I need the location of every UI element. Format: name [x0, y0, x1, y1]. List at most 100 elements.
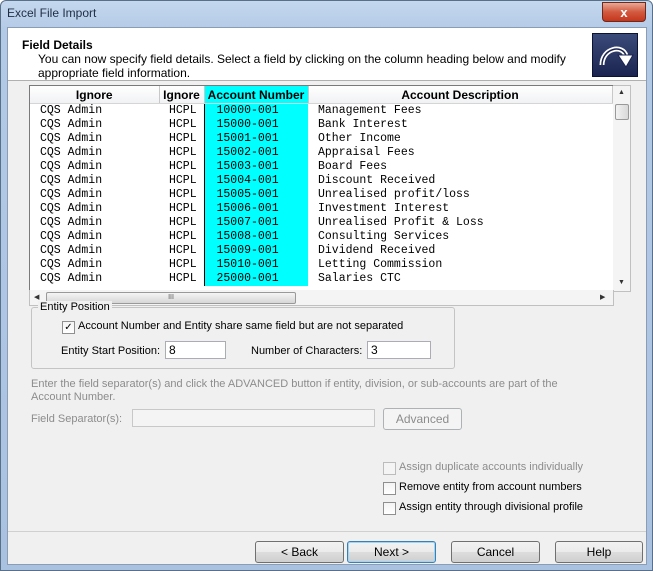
- cell-ignore-1: CQS Admin: [40, 258, 103, 271]
- table-row: CQS Admin HCPL 15009-001 Dividend Received: [30, 244, 612, 258]
- excel-import-window: Excel File Import x Field Details You ca…: [0, 0, 653, 571]
- cell-account-number: 15007-001: [204, 216, 308, 230]
- table-row: CQS Admin HCPL 15003-001 Board Fees: [30, 160, 612, 174]
- cell-account-number: 15010-001: [204, 258, 308, 272]
- cell-ignore-1: CQS Admin: [40, 160, 103, 173]
- cell-ignore-2: HCPL: [159, 188, 205, 202]
- cell-account-description: Salaries CTC: [318, 272, 401, 285]
- assign-entity-checkbox[interactable]: [383, 502, 396, 515]
- table-row: CQS Admin HCPL 15001-001 Other Income: [30, 132, 612, 146]
- cell-account-description: Bank Interest: [318, 118, 408, 131]
- wizard-header: Field Details You can now specify field …: [8, 28, 646, 81]
- cell-ignore-1: CQS Admin: [40, 146, 103, 159]
- scroll-up-icon[interactable]: ▲: [618, 89, 625, 96]
- table-row: CQS Admin HCPL 15002-001 Appraisal Fees: [30, 146, 612, 160]
- same-field-checkbox[interactable]: ✓: [62, 321, 75, 334]
- cell-account-description: Consulting Services: [318, 230, 450, 243]
- num-chars-label: Number of Characters:: [251, 345, 363, 357]
- cell-ignore-2: HCPL: [159, 244, 205, 258]
- same-field-label: Account Number and Entity share same fie…: [78, 320, 404, 332]
- cell-ignore-1: CQS Admin: [40, 272, 103, 285]
- separator-instructions: Enter the field separator(s) and click t…: [31, 378, 558, 403]
- cell-account-number: 25000-001: [204, 272, 308, 286]
- cell-ignore-2: HCPL: [159, 258, 205, 272]
- cell-account-description: Other Income: [318, 132, 401, 145]
- entity-start-label: Entity Start Position:: [61, 345, 161, 357]
- grid-vertical-scrollbar[interactable]: ▲ ▼: [613, 85, 631, 292]
- cell-ignore-2: HCPL: [159, 216, 205, 230]
- field-separator-label: Field Separator(s):: [31, 413, 123, 425]
- cell-ignore-2: HCPL: [159, 272, 205, 286]
- cell-account-number: 15006-001: [204, 202, 308, 216]
- check-icon: ✓: [64, 322, 73, 333]
- grid-horizontal-scrollbar[interactable]: ◀ III ▶: [29, 290, 614, 306]
- cell-account-description: Dividend Received: [318, 244, 436, 257]
- back-button[interactable]: < Back: [255, 541, 344, 563]
- cell-account-description: Unrealised Profit & Loss: [318, 216, 484, 229]
- cell-account-number: 15002-001: [204, 146, 308, 160]
- cell-ignore-1: CQS Admin: [40, 188, 103, 201]
- field-separator-input[interactable]: [132, 409, 375, 427]
- section-description: You can now specify field details. Selec…: [38, 52, 566, 80]
- cell-account-description: Appraisal Fees: [318, 146, 415, 159]
- scroll-grip-icon: III: [168, 294, 174, 301]
- title-bar[interactable]: Excel File Import x: [1, 1, 652, 27]
- cell-ignore-2: HCPL: [159, 132, 205, 146]
- window-title: Excel File Import: [7, 6, 97, 20]
- cell-ignore-2: HCPL: [159, 146, 205, 160]
- cell-ignore-2: HCPL: [159, 103, 205, 118]
- table-row: CQS Admin HCPL 15005-001 Unrealised profit/…: [30, 188, 612, 202]
- section-title: Field Details: [22, 38, 93, 52]
- table-row: CQS Admin HCPL 10000-001 Management Fees: [30, 103, 612, 118]
- remove-entity-checkbox[interactable]: [383, 482, 396, 495]
- cell-ignore-1: CQS Admin: [40, 118, 103, 131]
- column-header-ignore-1[interactable]: Ignore: [30, 86, 160, 104]
- entity-start-input[interactable]: 8: [165, 341, 226, 359]
- entity-position-label: Entity Position: [38, 301, 112, 313]
- entity-position-group: Entity Position ✓ Account Number and Ent…: [31, 301, 455, 369]
- vertical-scroll-thumb[interactable]: [615, 104, 629, 120]
- advanced-button[interactable]: Advanced: [383, 408, 462, 430]
- cell-account-description: Unrealised profit/loss: [318, 188, 470, 201]
- cell-account-number: 10000-001: [204, 103, 308, 118]
- scroll-left-icon[interactable]: ◀: [34, 293, 39, 301]
- cell-ignore-1: CQS Admin: [40, 174, 103, 187]
- cell-ignore-2: HCPL: [159, 160, 205, 174]
- cell-account-description: Letting Commission: [318, 258, 443, 271]
- table-row: CQS Admin HCPL 15000-001 Bank Interest: [30, 118, 612, 132]
- cell-ignore-2: HCPL: [159, 174, 205, 188]
- table-row: CQS Admin HCPL 25000-001 Salaries CTC: [30, 272, 612, 286]
- close-icon: x: [620, 4, 628, 20]
- column-header-account-number[interactable]: Account Number: [204, 86, 309, 104]
- table-row: CQS Admin HCPL 15007-001 Unrealised Profit …: [30, 216, 612, 230]
- table-row: CQS Admin HCPL 15008-001 Consulting Service…: [30, 230, 612, 244]
- dialog-client-area: Field Details You can now specify field …: [7, 27, 647, 565]
- cell-account-number: 15000-001: [204, 118, 308, 132]
- cell-ignore-1: CQS Admin: [40, 202, 103, 215]
- close-button[interactable]: x: [602, 2, 646, 22]
- table-row: CQS Admin HCPL 15004-001 Discount Received: [30, 174, 612, 188]
- cell-ignore-1: CQS Admin: [40, 230, 103, 243]
- cell-ignore-1: CQS Admin: [40, 244, 103, 257]
- column-header-account-description[interactable]: Account Description: [308, 86, 613, 104]
- cell-account-description: Board Fees: [318, 160, 388, 173]
- cell-ignore-2: HCPL: [159, 118, 205, 132]
- cell-ignore-2: HCPL: [159, 202, 205, 216]
- cell-account-description: Management Fees: [318, 104, 422, 117]
- column-header-ignore-2[interactable]: Ignore: [159, 86, 205, 104]
- cell-account-description: Discount Received: [318, 174, 436, 187]
- cell-account-number: 15005-001: [204, 188, 308, 202]
- cell-account-description: Investment Interest: [318, 202, 450, 215]
- table-row: CQS Admin HCPL 15006-001 Investment Interes…: [30, 202, 612, 216]
- cancel-button[interactable]: Cancel: [451, 541, 540, 563]
- scroll-down-icon[interactable]: ▼: [618, 279, 625, 286]
- help-button[interactable]: Help: [555, 541, 643, 563]
- scroll-right-icon[interactable]: ▶: [600, 293, 605, 301]
- cell-account-number: 15003-001: [204, 160, 308, 174]
- cell-account-number: 15008-001: [204, 230, 308, 244]
- cell-ignore-1: CQS Admin: [40, 132, 103, 145]
- assign-duplicates-checkbox[interactable]: [383, 462, 396, 475]
- field-grid[interactable]: Ignore Ignore Account Number Account Des…: [29, 85, 614, 292]
- next-button[interactable]: Next >: [347, 541, 436, 563]
- num-chars-input[interactable]: 3: [367, 341, 431, 359]
